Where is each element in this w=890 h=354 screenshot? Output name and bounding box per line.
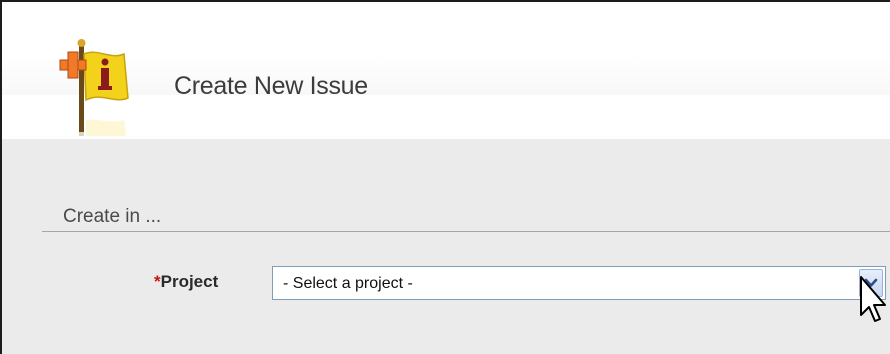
new-issue-flag-icon bbox=[59, 39, 129, 136]
project-select-value: - Select a project - bbox=[283, 275, 413, 292]
section-heading: Create in ... bbox=[63, 206, 162, 227]
window-frame: Create New Issue Create in ... *Project … bbox=[0, 0, 890, 354]
section-divider bbox=[42, 231, 890, 232]
project-select[interactable]: - Select a project - bbox=[272, 266, 886, 300]
chevron-down-icon bbox=[864, 278, 878, 287]
project-field-label: *Project bbox=[154, 272, 218, 292]
page-title: Create New Issue bbox=[174, 72, 368, 100]
project-label-text: Project bbox=[160, 272, 219, 291]
page-header: Create New Issue bbox=[2, 2, 890, 139]
project-dropdown-button[interactable] bbox=[859, 269, 883, 297]
required-marker: * bbox=[154, 272, 161, 291]
